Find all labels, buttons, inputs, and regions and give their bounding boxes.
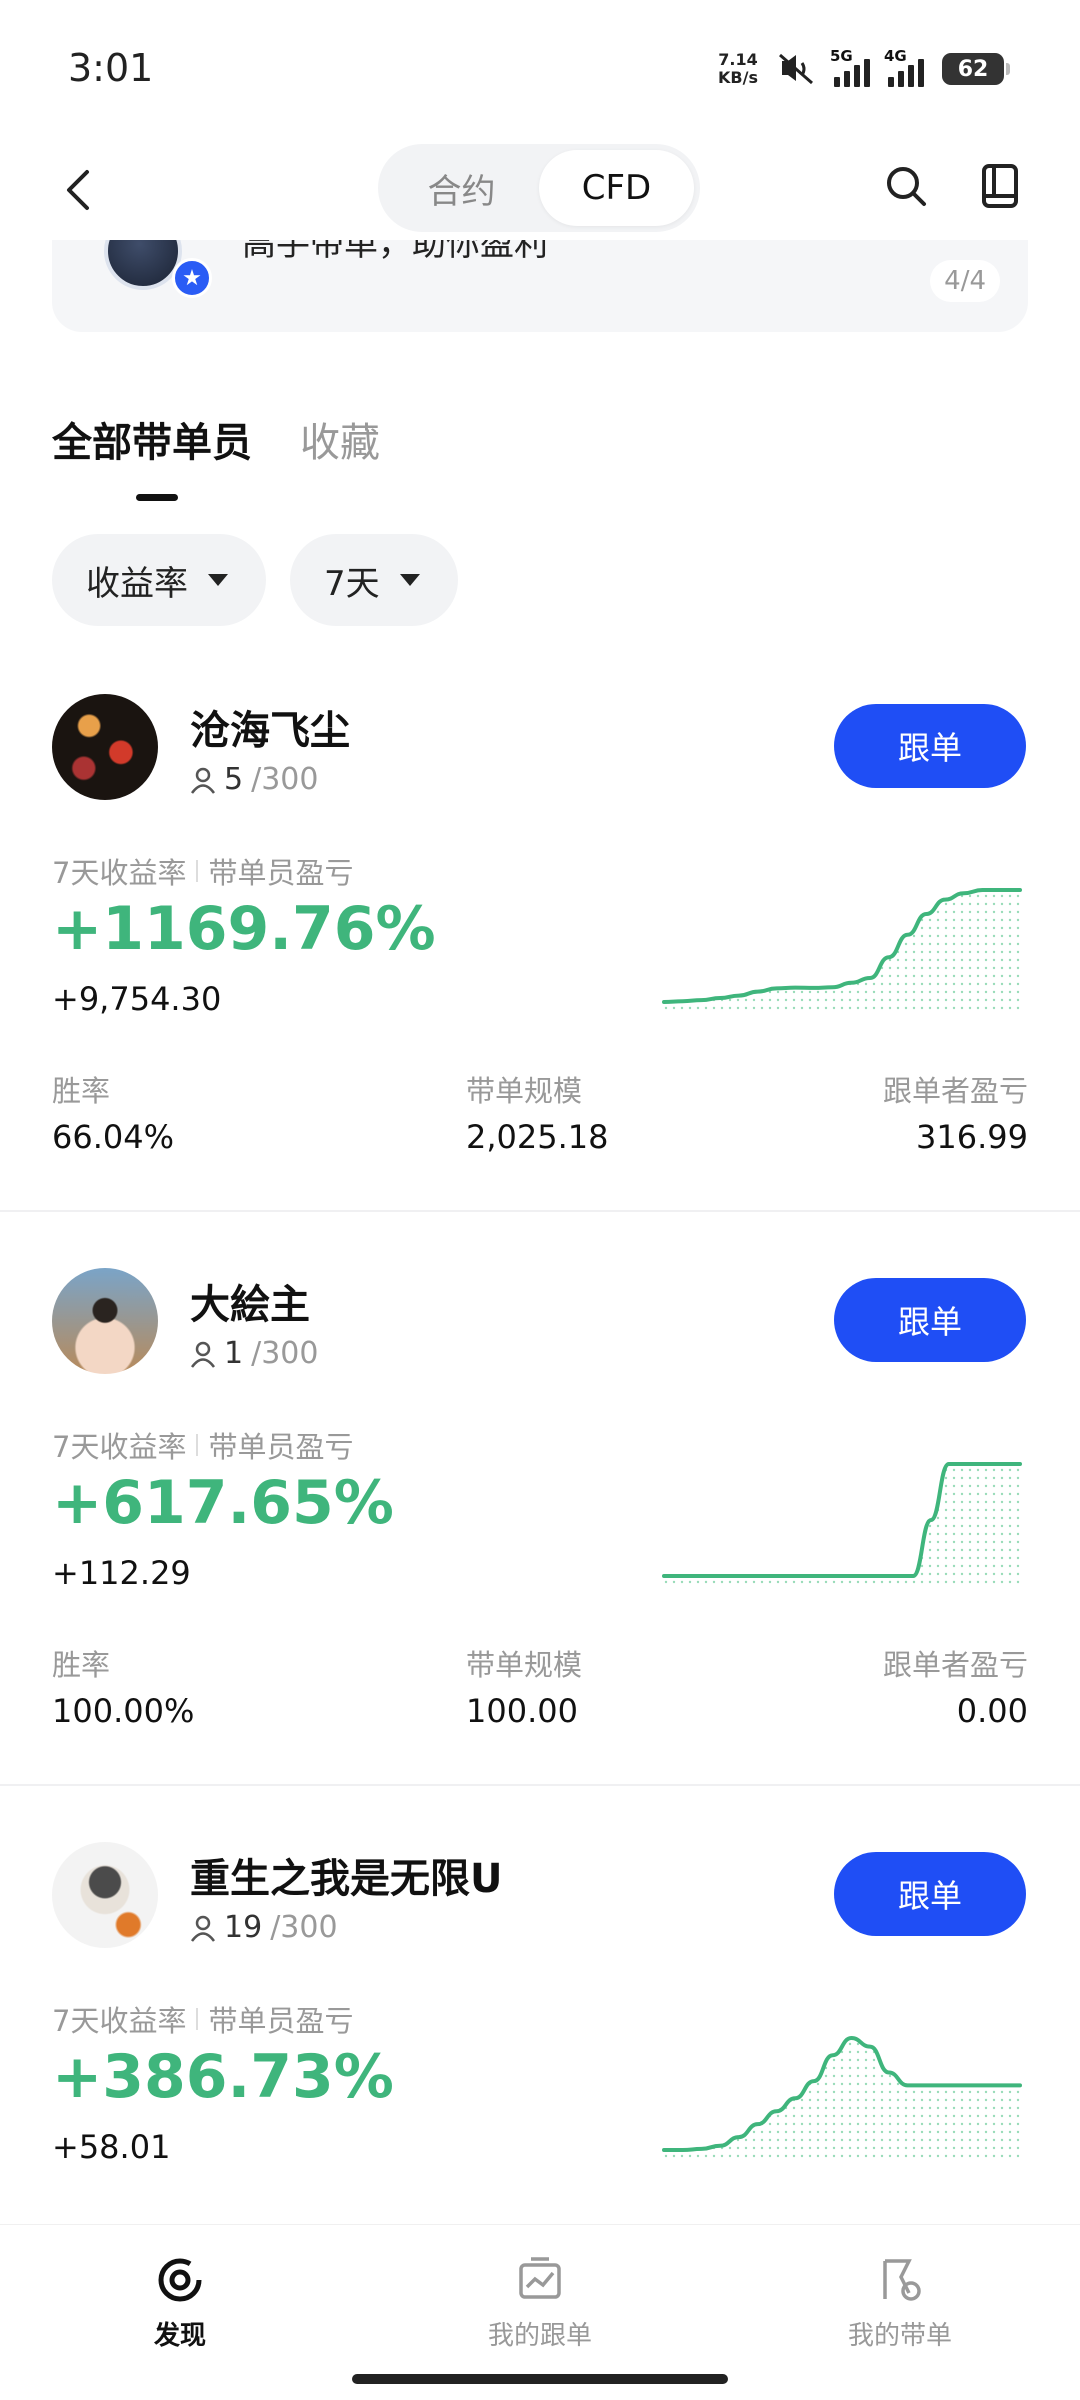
follower-count: 19/300 — [190, 1910, 338, 1945]
sparkline-area — [664, 2038, 1020, 2158]
book-icon — [982, 164, 1018, 208]
pnl-value: +9,754.30 — [52, 980, 222, 1018]
aum-stat: 带单规模 100.00 — [466, 1648, 583, 1730]
roi-value: +1169.76% — [52, 894, 436, 964]
roi-value: +386.73% — [52, 2042, 394, 2112]
follow-button[interactable]: 跟单 — [834, 1278, 1026, 1362]
active-tab-indicator — [136, 494, 178, 501]
user-icon — [190, 1915, 216, 1942]
user-icon — [190, 767, 216, 794]
roi-sparkline — [662, 1462, 1022, 1584]
filter-bar: 收益率 7天 — [52, 534, 458, 626]
avatar — [52, 1268, 158, 1374]
win-rate-stat: 胜率 66.04% — [52, 1074, 175, 1156]
follower-count: 1/300 — [190, 1336, 318, 1371]
trader-name: 大絵主 — [190, 1282, 310, 1328]
status-icons: 7.14 KB/s 5G 4G 62 — [718, 44, 1010, 94]
star-badge-icon: ★ — [172, 258, 212, 298]
lead-flag-icon — [883, 2259, 921, 2301]
network-speed: 7.14 KB/s — [718, 50, 758, 87]
trader-name: 沧海飞尘 — [190, 708, 350, 754]
metric-label: 7天收益率 带单员盈亏 — [52, 856, 354, 890]
chart-board-icon — [519, 2257, 561, 2299]
mute-icon — [779, 53, 813, 85]
avatar — [52, 694, 158, 800]
sparkline-area — [664, 1464, 1020, 1584]
roi-sparkline — [662, 2035, 1022, 2158]
guide-button[interactable] — [970, 156, 1030, 216]
segment-cfd[interactable]: CFD — [539, 150, 694, 226]
period-filter-label: 7天 — [324, 563, 380, 604]
roi-value: +617.65% — [52, 1468, 394, 1538]
metric-label: 7天收益率 带单员盈亏 — [52, 1430, 354, 1464]
metric-label: 7天收益率 带单员盈亏 — [52, 2004, 354, 2038]
follower-count: 5/300 — [190, 762, 318, 797]
follower-pnl-stat: 跟单者盈亏 316.99 — [882, 1074, 1028, 1156]
battery-icon: 62 — [942, 53, 1010, 85]
follow-button[interactable]: 跟单 — [834, 704, 1026, 788]
avatar — [52, 1842, 158, 1948]
signal-4g-icon: 4G — [884, 47, 924, 87]
pnl-value: +58.01 — [52, 2128, 171, 2166]
roi-sparkline — [662, 888, 1022, 1010]
search-button[interactable] — [876, 156, 936, 216]
sort-filter-label: 收益率 — [86, 563, 188, 604]
caret-down-icon — [399, 574, 420, 586]
banner-text: 高手带单，助你盈利 — [242, 240, 548, 264]
signal-5g-icon: 5G — [830, 47, 870, 87]
chevron-left-icon — [67, 170, 89, 210]
nav-discover[interactable]: 发现 — [90, 2255, 270, 2352]
banner-pager: 4/4 — [930, 260, 1000, 302]
win-rate-stat: 胜率 100.00% — [52, 1648, 195, 1730]
announcement-banner[interactable]: ★ 高手带单，助你盈利 4/4 — [52, 240, 1028, 332]
status-time: 3:01 — [68, 46, 154, 90]
aum-stat: 带单规模 2,025.18 — [466, 1074, 609, 1156]
divider — [0, 1784, 1080, 1786]
trader-name: 重生之我是无限U — [190, 1856, 503, 1902]
top-nav-bar: 合约 CFD — [0, 140, 1080, 240]
divider — [0, 1210, 1080, 1212]
sparkline-area — [664, 890, 1020, 1010]
pnl-value: +112.29 — [52, 1554, 191, 1592]
search-icon — [887, 167, 926, 206]
market-segmented-control: 合约 CFD — [378, 144, 700, 232]
tab-all-traders[interactable]: 全部带单员 — [52, 410, 252, 468]
nav-my-copy-trades[interactable]: 我的跟单 — [450, 2255, 630, 2352]
sort-filter[interactable]: 收益率 — [52, 534, 266, 626]
status-bar: 3:01 7.14 KB/s 5G 4G 62 — [0, 0, 1080, 140]
follow-button[interactable]: 跟单 — [834, 1852, 1026, 1936]
trader-tabs: 全部带单员 收藏 — [52, 410, 380, 468]
home-indicator — [352, 2374, 728, 2384]
tab-favorites[interactable]: 收藏 — [300, 410, 380, 468]
nav-my-lead-trades[interactable]: 我的带单 — [810, 2255, 990, 2352]
segment-contract[interactable]: 合约 — [384, 150, 539, 226]
user-icon — [190, 1341, 216, 1368]
caret-down-icon — [208, 574, 228, 586]
period-filter[interactable]: 7天 — [290, 534, 458, 626]
discover-icon — [158, 2258, 202, 2302]
back-button[interactable] — [48, 160, 108, 220]
banner-avatar — [104, 240, 182, 290]
follower-pnl-stat: 跟单者盈亏 0.00 — [882, 1648, 1028, 1730]
